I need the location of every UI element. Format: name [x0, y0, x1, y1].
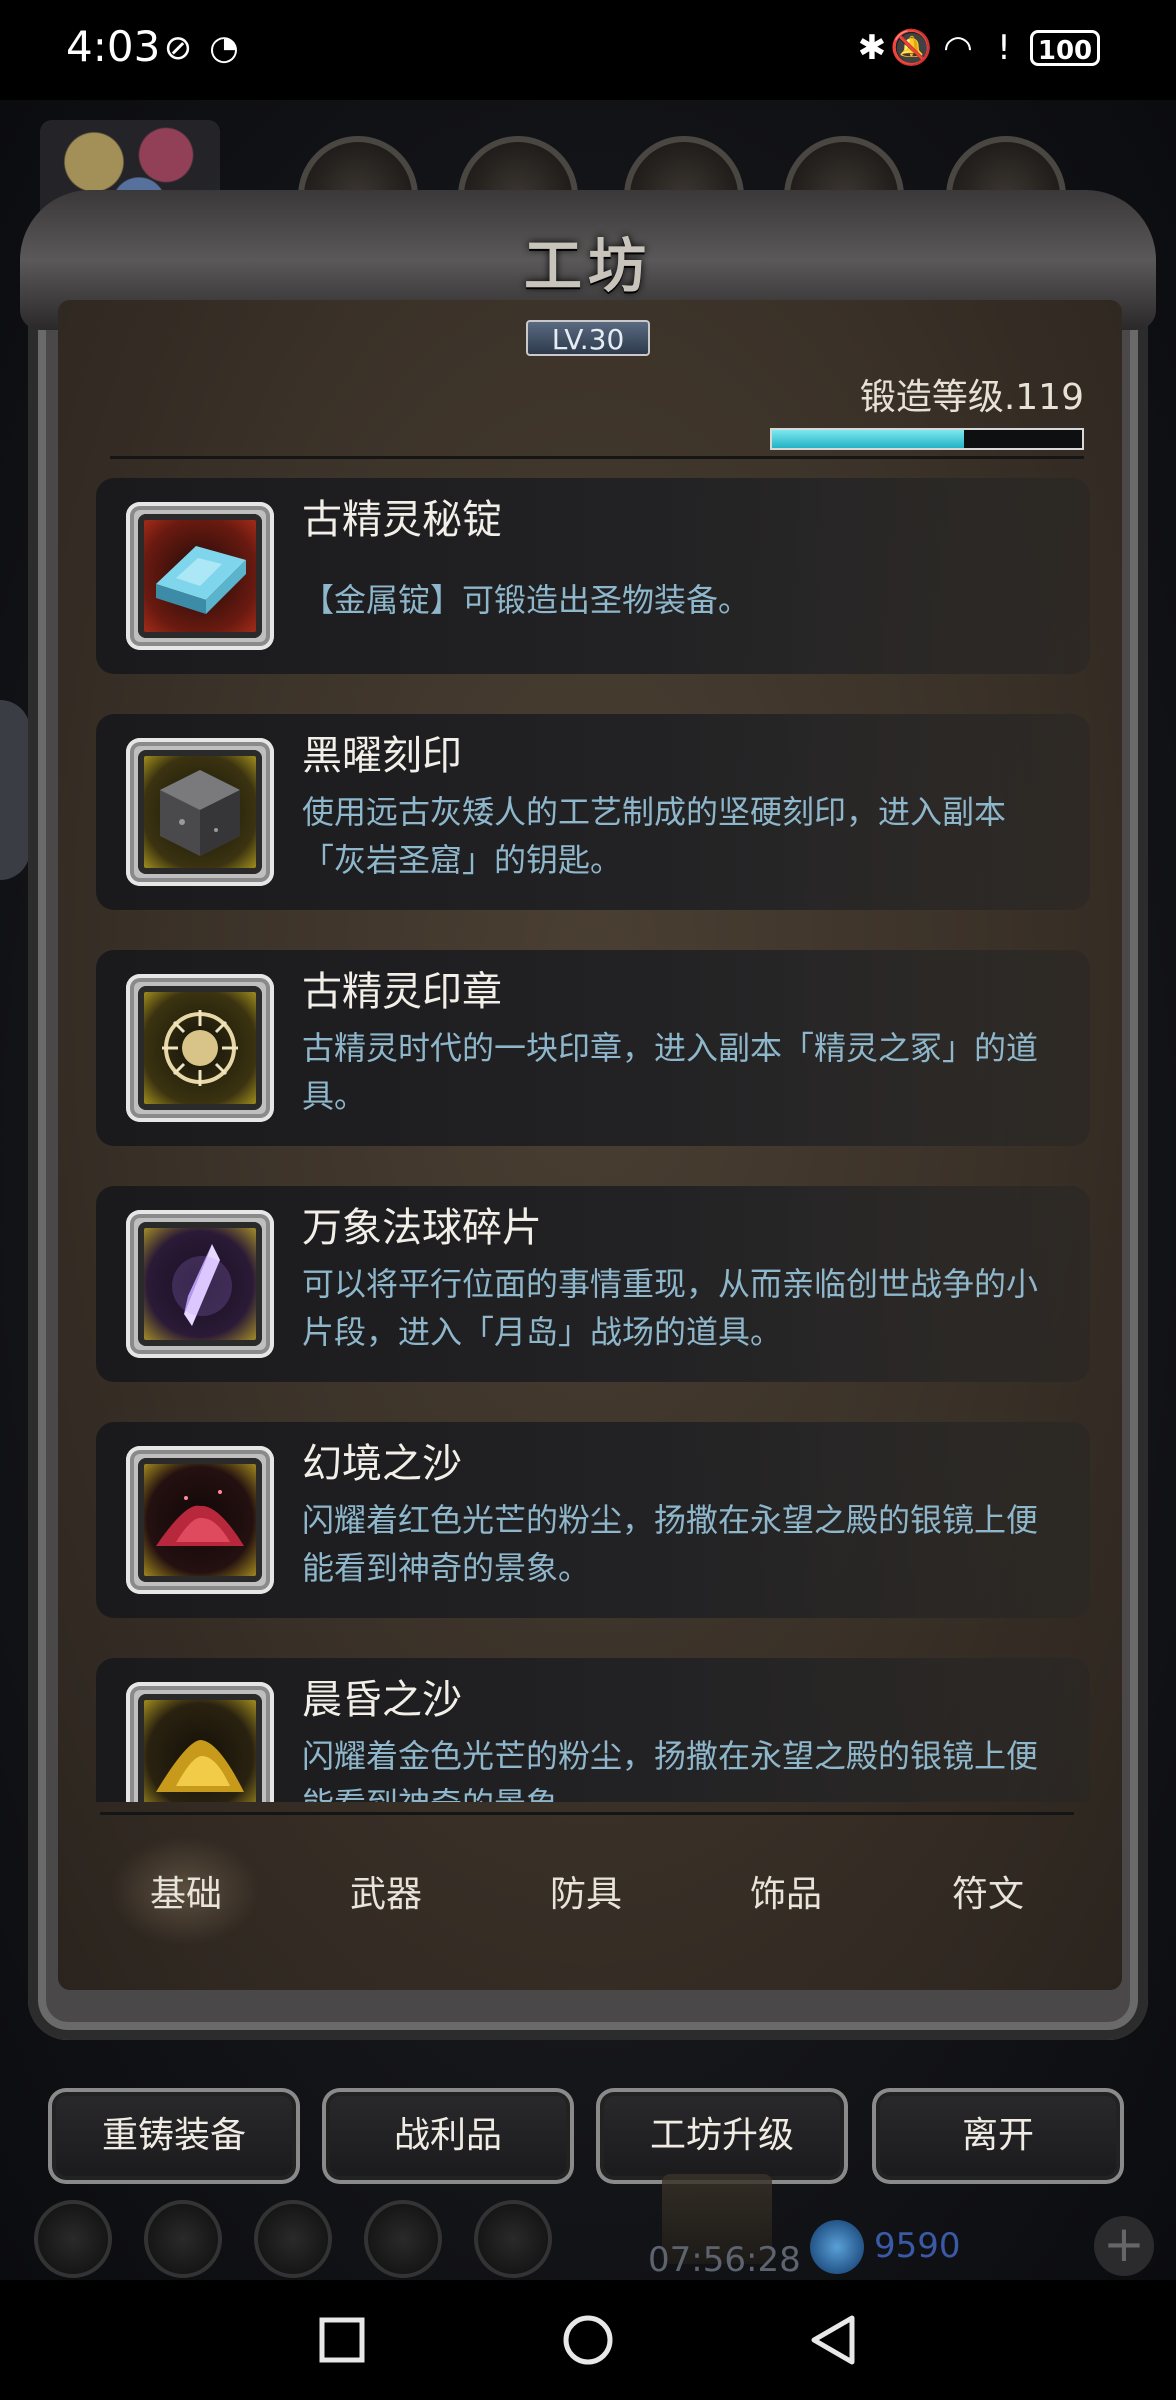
item-name: 幻境之沙 [302, 1441, 462, 1487]
divider [100, 1812, 1074, 1815]
mail-icon[interactable] [364, 2200, 442, 2278]
item-slot [126, 1446, 274, 1594]
no-signal-icon: ⊘ [163, 28, 193, 68]
item-name: 古精灵印章 [302, 969, 502, 1015]
list-item[interactable]: 黑曜刻印 使用远古灰矮人的工艺制成的坚硬刻印，进入副本「灰岩圣窟」的钥匙。 [96, 714, 1090, 910]
red-sand-icon [156, 1490, 244, 1546]
item-slot [126, 1210, 274, 1358]
list-item[interactable]: 万象法球碎片 可以将平行位面的事情重现，从而亲临创世战争的小片段，进入「月岛」战… [96, 1186, 1090, 1382]
divider [110, 456, 1084, 459]
obsidian-seal-icon [160, 770, 240, 856]
gem-count: 9590 [874, 2226, 961, 2266]
item-desc: 闪耀着红色光芒的粉尘，扬撒在永望之殿的银镜上便能看到神奇的景象。 [302, 1501, 1039, 1587]
bluetooth-icon: ✱ [857, 28, 887, 68]
wifi-icon: ◠ [943, 28, 973, 68]
item-desc: 【金属锭】可锻造出圣物装备。 [302, 581, 751, 619]
ingot-icon [156, 546, 246, 614]
page-title: 工坊 [523, 232, 652, 300]
item-name: 黑曜刻印 [302, 733, 462, 779]
list-item[interactable]: 古精灵印章 古精灵时代的一块印章，进入副本「精灵之冢」的道具。 [96, 950, 1090, 1146]
mute-icon: 🔕 [890, 28, 933, 68]
list-item[interactable]: 古精灵秘锭 【金属锭】可锻造出圣物装备。 [96, 478, 1090, 674]
item-name: 古精灵秘锭 [302, 497, 502, 543]
item-desc: 可以将平行位面的事情重现，从而亲临创世战争的小片段，进入「月岛」战场的道具。 [302, 1265, 1039, 1351]
gem-icon [810, 2220, 864, 2274]
list-item[interactable]: 晨昏之沙 闪耀着金色光芒的粉尘，扬撒在永望之殿的银镜上便能看到神奇的景象。 [96, 1658, 1090, 1802]
item-name: 万象法球碎片 [302, 1205, 542, 1251]
leave-button[interactable]: 离开 [872, 2088, 1124, 2184]
item-slot [126, 974, 274, 1122]
chest-timer: 07:56:28 [648, 2240, 801, 2280]
add-currency-button[interactable]: + [1094, 2216, 1154, 2276]
item-slot [126, 738, 274, 886]
tab-accessories[interactable]: 饰品 [706, 1860, 866, 1930]
gold-sand-icon [156, 1740, 244, 1792]
tab-weapons[interactable]: 武器 [306, 1860, 466, 1930]
speed-icon: ◔ [209, 28, 239, 68]
guild-icon[interactable] [254, 2200, 332, 2278]
alert-icon: ! [997, 28, 1011, 68]
forge-level-label: 锻造等级.119 [859, 377, 1084, 418]
item-desc: 使用远古灰矮人的工艺制成的坚硬刻印，进入副本「灰岩圣窟」的钥匙。 [302, 793, 1007, 879]
tab-basic[interactable]: 基础 [106, 1860, 266, 1930]
settings-icon[interactable] [34, 2200, 112, 2278]
forge-progress-bar [770, 428, 1084, 450]
list-item[interactable]: 幻境之沙 闪耀着红色光芒的粉尘，扬撒在永望之殿的银镜上便能看到神奇的景象。 [96, 1422, 1090, 1618]
side-handle[interactable] [0, 700, 30, 880]
tab-armor[interactable]: 防具 [506, 1860, 666, 1930]
crystal-shard-icon [172, 1244, 232, 1326]
upgrade-workshop-button[interactable]: 工坊升级 [596, 2088, 848, 2184]
level-badge: LV.30 [526, 320, 650, 356]
item-slot [126, 1682, 274, 1802]
achievement-icon[interactable] [144, 2200, 222, 2278]
item-list[interactable]: 古精灵秘锭 【金属锭】可锻造出圣物装备。 黑曜刻印 使用远古灰矮人的工艺制成的坚… [96, 478, 1090, 1802]
clock: 4:03 [66, 22, 161, 71]
elf-seal-icon [162, 1010, 238, 1086]
loot-button[interactable]: 战利品 [322, 2088, 574, 2184]
map-icon[interactable] [474, 2200, 552, 2278]
item-desc: 古精灵时代的一块印章，进入副本「精灵之冢」的道具。 [302, 1029, 1039, 1115]
item-desc: 闪耀着金色光芒的粉尘，扬撒在永望之殿的银镜上便能看到神奇的景象。 [302, 1737, 1039, 1802]
battery-indicator: 100 [1030, 30, 1100, 66]
item-name: 晨昏之沙 [302, 1677, 462, 1723]
item-slot [126, 502, 274, 650]
tab-runes[interactable]: 符文 [908, 1860, 1068, 1930]
recent-apps-icon[interactable] [302, 2300, 382, 2380]
forge-progress-fill [772, 430, 965, 448]
home-icon[interactable] [548, 2300, 628, 2380]
back-icon[interactable] [794, 2300, 874, 2380]
reforge-button[interactable]: 重铸装备 [48, 2088, 300, 2184]
